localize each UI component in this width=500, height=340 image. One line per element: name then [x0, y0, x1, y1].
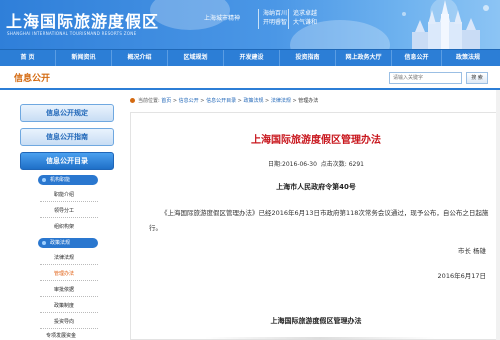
sidebar-link-policy-system[interactable]: 政策制度 [54, 302, 74, 309]
breadcrumb: 当前位置: 首页 > 信息公开 > 信息公开目录 > 政策法规 > 法律法规 >… [130, 97, 490, 104]
section-title: 信息公开 [14, 74, 51, 84]
nav-item-investment[interactable]: 投资指南 [280, 50, 336, 66]
sidebar-divider [40, 312, 98, 313]
decree-number: 上海市人民政府令第40号 [131, 182, 500, 192]
nav-item-overview[interactable]: 概况介绍 [112, 50, 168, 66]
sidebar-divider [40, 264, 98, 265]
sidebar-link-approval-basis[interactable]: 审批依据 [54, 286, 74, 293]
breadcrumb-item[interactable]: 信息公开 [179, 98, 199, 104]
signature-mayor: 市长 杨雄 [457, 247, 486, 255]
main-nav: 首 页 新闻资讯 概况介绍 区域规划 开发建设 投资指南 网上政务大厅 信息公开… [0, 49, 500, 66]
sidebar-divider [40, 280, 98, 281]
castle-illustration [402, 0, 489, 49]
nav-item-home[interactable]: 首 页 [0, 50, 56, 66]
publish-date: 2016-06-30 [282, 161, 317, 168]
article-meta: 日期:2016-06-30 点击次数: 6291 [131, 159, 500, 168]
breadcrumb-item-current[interactable]: 管理办法 [298, 98, 318, 104]
slogan-block-left: 海纳百川 开明睿智 [258, 9, 287, 29]
clicks-label: 点击次数: [320, 161, 347, 168]
main-content: 当前位置: 首页 > 信息公开 > 信息公开目录 > 政策法规 > 法律法规 >… [130, 90, 500, 340]
breadcrumb-item[interactable]: 首页 [161, 98, 171, 104]
date-label: 日期: [268, 161, 283, 168]
breadcrumb-separator: > [263, 98, 271, 104]
search-input[interactable] [389, 72, 462, 84]
click-count: 6291 [348, 161, 364, 168]
breadcrumb-item[interactable]: 法律法规 [271, 98, 291, 104]
slogan-line: 开明睿智 [263, 19, 288, 26]
slogan-line: 追求卓越 [293, 10, 318, 17]
rule-title: 上海国际旅游度假区管理办法 [270, 317, 362, 325]
signature-date: 2016年6月17日 [437, 272, 486, 280]
nav-item-policy[interactable]: 政策法规 [442, 50, 494, 66]
nav-item-news[interactable]: 新闻资讯 [56, 50, 112, 66]
article-title: 上海国际旅游度假区管理办法 [251, 135, 381, 146]
page-scrollbar[interactable] [496, 90, 500, 340]
search-button[interactable]: 搜 索 [466, 72, 488, 84]
site-logo-title[interactable]: 上海国际旅游度假区 [6, 8, 159, 32]
sidebar-divider [40, 201, 98, 202]
nav-item-development[interactable]: 开发建设 [224, 50, 280, 66]
sidebar-divider [40, 217, 98, 218]
breadcrumb-item[interactable]: 政策法规 [243, 98, 263, 104]
slogan-line: 大气谦和 [293, 19, 318, 26]
nav-item-planning[interactable]: 区域规划 [168, 50, 224, 66]
location-icon [130, 98, 135, 103]
site-logo-subtitle: SHANGHAI INTERNATIONAL TOURISMAND RESORT… [7, 31, 137, 36]
sidebar-link-org-structure[interactable]: 组织构架 [54, 223, 74, 230]
breadcrumb-prefix: 当前位置: [138, 98, 160, 104]
decree-suffix: 号 [348, 183, 356, 191]
sidebar-divider [40, 328, 98, 329]
slogan-line: 海纳百川 [263, 10, 288, 17]
city-spirit-label: 上海城市精神 [204, 15, 241, 22]
decree-prefix: 上海市人民政府令第 [276, 183, 340, 191]
sidebar-link-laws[interactable]: 法律法规 [54, 254, 74, 261]
sidebar-link-special-funds[interactable]: 专项发展资金 [46, 332, 76, 339]
article-paragraph: 《上海国际旅游度假区管理办法》已经2016年6月13日市政府第118次常务会议通… [149, 209, 489, 232]
sub-header: 信息公开 搜 索 [0, 66, 500, 90]
sidebar-group-org-functions[interactable]: 机构职能 [38, 175, 98, 185]
sidebar-link-investment-guidance[interactable]: 投资导向 [54, 318, 74, 325]
nav-item-online-services[interactable]: 网上政务大厅 [336, 50, 392, 66]
sidebar-button-disclosure-catalog[interactable]: 信息公开目录 [20, 152, 114, 170]
breadcrumb-separator: > [198, 98, 207, 104]
sidebar-group-policy[interactable]: 政策法规 [38, 238, 98, 248]
sidebar-button-disclosure-guide[interactable]: 信息公开指南 [20, 128, 114, 146]
decree-num: 40 [339, 183, 349, 191]
site-banner: 上海国际旅游度假区 SHANGHAI INTERNATIONAL TOURISM… [0, 0, 500, 49]
sidebar-link-function-intro[interactable]: 职能介绍 [54, 191, 74, 198]
article: 上海国际旅游度假区管理办法 日期:2016-06-30 点击次数: 6291 上… [130, 112, 500, 340]
sidebar-link-management-measures[interactable]: 管理办法 [54, 270, 74, 277]
breadcrumb-item[interactable]: 信息公开目录 [206, 98, 236, 104]
nav-item-info-disclosure[interactable]: 信息公开 [392, 50, 442, 66]
sidebar: 信息公开规定 信息公开指南 信息公开目录 机构职能 职能介绍 领导分工 组织构架… [20, 97, 114, 340]
slogan-block-right: 追求卓越 大气谦和 [288, 9, 317, 29]
sidebar-button-disclosure-rules[interactable]: 信息公开规定 [20, 104, 114, 122]
breadcrumb-separator: > [171, 98, 179, 104]
sidebar-link-leadership[interactable]: 领导分工 [54, 207, 74, 214]
sidebar-divider [40, 296, 98, 297]
